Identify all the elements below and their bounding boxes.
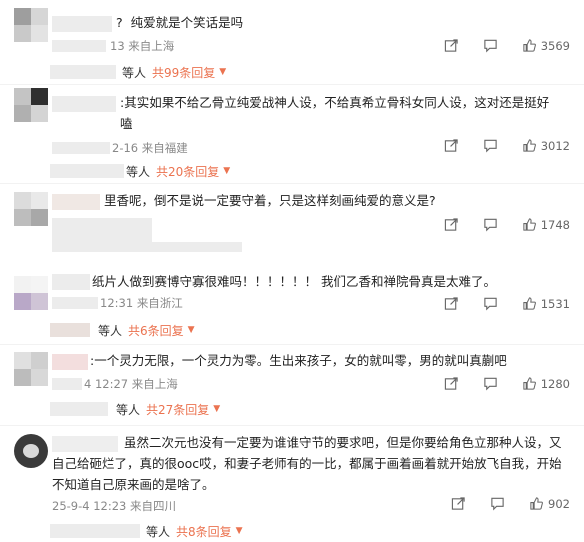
like-count: 3569 — [540, 38, 570, 53]
comment-text: :一个灵力无限，一个灵力为零。生出来孩子，女的就叫零，男的就叫真蒯吧 — [90, 353, 507, 368]
chevron-down-icon: ▼ — [187, 325, 195, 335]
like-button[interactable]: 1748 — [522, 217, 570, 232]
comment-item: :一个灵力无限，一个灵力为零。生出来孩子，女的就叫零，男的就叫真蒯吧 4 12:… — [0, 346, 584, 426]
comment-button[interactable] — [483, 138, 502, 153]
like-button[interactable]: 3012 — [522, 138, 570, 153]
comment-location: 来自浙江 — [136, 296, 183, 310]
reply-users: 等人 — [126, 164, 151, 179]
reply-users: 等人 — [146, 524, 171, 539]
comment-item: ? 纯爱就是个笑话是吗 13 来自上海 3569 等人 共99条回复 ▼ — [0, 0, 584, 90]
reply-count: 共27条回复 — [146, 402, 210, 417]
thumbs-up-icon — [522, 138, 537, 153]
reply-summary[interactable]: 等人 共20条回复 ▼ — [50, 160, 570, 182]
comment-icon — [483, 138, 498, 153]
chevron-down-icon: ▼ — [219, 67, 227, 77]
share-button[interactable] — [444, 38, 463, 53]
comment-item: 里香呢，倒不是说一定要守着，只是这样刻画纯爱的意义是? 1748 — [0, 186, 584, 254]
comment-time: 25-9-4 12:23 — [52, 499, 127, 513]
comment-location: 来自福建 — [141, 141, 188, 155]
reply-summary[interactable]: 等人 共99条回复 ▼ — [50, 61, 570, 83]
chevron-down-icon: ▼ — [235, 526, 243, 536]
chevron-down-icon: ▼ — [223, 166, 231, 176]
avatar[interactable] — [14, 8, 48, 42]
avatar[interactable] — [14, 88, 48, 122]
comment-icon — [490, 496, 505, 511]
thumbs-up-icon — [529, 496, 544, 511]
share-icon — [444, 217, 459, 232]
comment-time: 12:31 — [100, 296, 134, 310]
share-button[interactable] — [444, 138, 463, 153]
like-button[interactable]: 902 — [529, 496, 570, 511]
reply-users: 等人 — [122, 65, 147, 80]
share-icon — [444, 376, 459, 391]
comment-button[interactable] — [483, 296, 502, 311]
comment-meta: 2-16 来自福建 — [112, 140, 188, 156]
like-count: 1531 — [540, 296, 570, 311]
comment-location: 来自上海 — [128, 39, 175, 53]
comment-meta: 4 12:27 来自上海 — [84, 376, 178, 392]
reply-count: 共99条回复 — [152, 65, 216, 80]
comment-text: :其实如果不给乙骨立纯爱战神人设，不给真希立骨科女同人设，这对还是挺好嗑 — [120, 95, 550, 131]
comment-icon — [483, 296, 498, 311]
comment-button[interactable] — [483, 217, 502, 232]
thumbs-up-icon — [522, 296, 537, 311]
reply-summary[interactable]: 等人 共8条回复 ▼ — [50, 520, 570, 542]
comment-text: 里香呢，倒不是说一定要守着，只是这样刻画纯爱的意义是? — [104, 193, 436, 208]
comment-item: :其实如果不给乙骨立纯爱战神人设，不给真希立骨科女同人设，这对还是挺好嗑 2-1… — [0, 86, 584, 182]
like-button[interactable]: 1531 — [522, 296, 570, 311]
comment-time: 2-16 — [112, 141, 139, 155]
reply-users: 等人 — [116, 402, 141, 417]
like-count: 3012 — [540, 138, 570, 153]
thumbs-up-icon — [522, 217, 537, 232]
share-icon — [451, 496, 466, 511]
avatar[interactable] — [14, 434, 48, 468]
like-button[interactable]: 3569 — [522, 38, 570, 53]
comment-time: 4 12:27 — [84, 377, 129, 391]
comment-meta: 12:31 来自浙江 — [100, 295, 183, 311]
comment-icon — [483, 376, 498, 391]
comment-location: 来自四川 — [130, 499, 177, 513]
like-count: 1280 — [540, 376, 570, 391]
comment-button[interactable] — [483, 38, 502, 53]
share-button[interactable] — [444, 296, 463, 311]
avatar[interactable] — [14, 192, 48, 226]
thumbs-up-icon — [522, 376, 537, 391]
avatar[interactable] — [14, 276, 48, 310]
chevron-down-icon: ▼ — [213, 404, 221, 414]
comment-meta: 25-9-4 12:23 来自四川 — [52, 498, 176, 514]
like-count: 1748 — [540, 217, 570, 232]
like-count: 902 — [548, 496, 570, 511]
comment-icon — [483, 38, 498, 53]
comment-item: 虽然二次元也没有一定要为谁谁守节的要求吧，但是你要给角色立那种人设，又自己给砸烂… — [0, 428, 584, 541]
share-icon — [444, 296, 459, 311]
comment-text: ? 纯爱就是个笑话是吗 — [116, 15, 244, 30]
comment-button[interactable] — [490, 496, 509, 511]
reply-summary[interactable]: 等人 共27条回复 ▼ — [50, 398, 570, 420]
comment-item: 纸片人做到赛博守寡很难吗！！！！！！ 我们乙香和禅院骨真是太难了。 12:31 … — [0, 262, 584, 342]
share-icon — [444, 138, 459, 153]
share-icon — [444, 38, 459, 53]
share-button[interactable] — [444, 376, 463, 391]
thumbs-up-icon — [522, 38, 537, 53]
like-button[interactable]: 1280 — [522, 376, 570, 391]
reply-count: 共8条回复 — [176, 524, 232, 539]
comment-meta: 13 来自上海 — [110, 38, 174, 54]
share-button[interactable] — [451, 496, 470, 511]
avatar[interactable] — [14, 352, 48, 386]
comment-text: 纸片人做到赛博守寡很难吗！！！！！！ 我们乙香和禅院骨真是太难了。 — [92, 274, 496, 289]
comment-time: 13 — [110, 39, 125, 53]
comment-button[interactable] — [483, 376, 502, 391]
reply-count: 共20条回复 — [156, 164, 220, 179]
reply-users: 等人 — [98, 323, 123, 338]
comment-icon — [483, 217, 498, 232]
reply-summary[interactable]: 等人 共6条回复 ▼ — [50, 319, 570, 341]
comment-location: 来自上海 — [131, 377, 178, 391]
comment-text: 虽然二次元也没有一定要为谁谁守节的要求吧，但是你要给角色立那种人设，又自己给砸烂… — [52, 435, 562, 492]
reply-count: 共6条回复 — [128, 323, 184, 338]
share-button[interactable] — [444, 217, 463, 232]
